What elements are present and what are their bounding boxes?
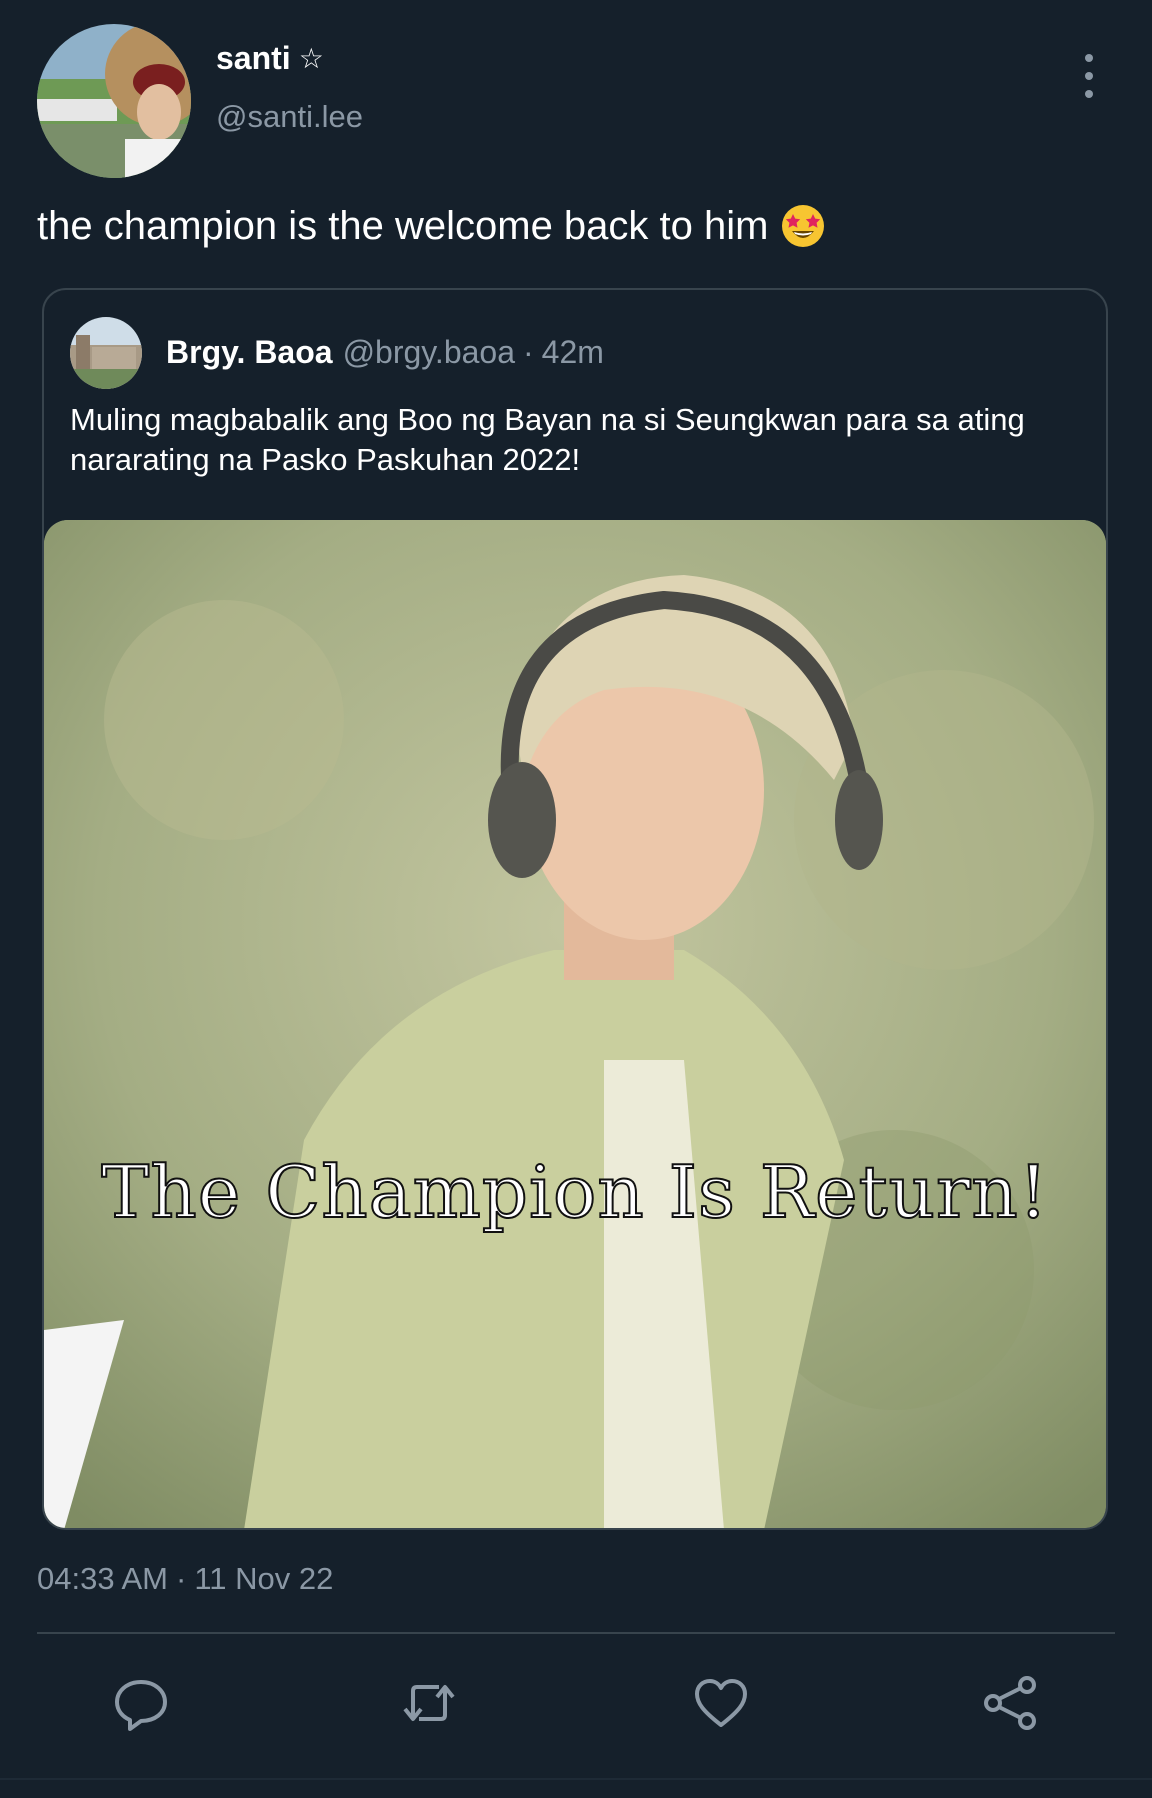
- quoted-text: Muling magbabalik ang Boo ng Bayan na si…: [70, 400, 1080, 480]
- share-icon: [981, 1673, 1041, 1733]
- like-button[interactable]: [688, 1670, 754, 1736]
- star-outline-icon: ☆: [299, 45, 324, 73]
- reply-button[interactable]: [108, 1670, 174, 1736]
- heart-icon: [691, 1673, 751, 1733]
- more-options-icon[interactable]: [1074, 54, 1104, 98]
- retweet-icon: [399, 1673, 459, 1733]
- more-dot: [1085, 90, 1093, 98]
- media-photo: [44, 520, 1106, 1530]
- tweet-text-content: the champion is the welcome back to him: [37, 204, 768, 249]
- quoted-time[interactable]: 42m: [542, 334, 604, 371]
- divider: [37, 1632, 1115, 1634]
- quoted-header: Brgy. Baoa @brgy.baoa · 42m: [166, 334, 604, 371]
- timestamp-date: 11 Nov 22: [194, 1561, 333, 1597]
- bottom-divider: [0, 1778, 1152, 1780]
- quoted-display-name[interactable]: Brgy. Baoa: [166, 334, 333, 371]
- retweet-button[interactable]: [396, 1670, 462, 1736]
- author-display-name[interactable]: santi ☆: [216, 40, 324, 77]
- author-name-text: santi: [216, 40, 291, 77]
- action-bar: [0, 1670, 1152, 1740]
- author-avatar-image: [37, 24, 191, 178]
- media-caption: The Champion Is Return!: [44, 1150, 1106, 1234]
- share-button[interactable]: [978, 1670, 1044, 1736]
- star-struck-emoji-icon: [780, 203, 826, 249]
- quoted-avatar-image: [70, 317, 142, 389]
- author-handle[interactable]: @santi.lee: [216, 99, 363, 135]
- author-avatar[interactable]: [37, 24, 191, 178]
- quoted-separator: ·: [523, 334, 534, 371]
- reply-icon: [111, 1673, 171, 1733]
- timestamp-time: 04:33 AM: [37, 1561, 168, 1597]
- quoted-media-image[interactable]: The Champion Is Return!: [44, 520, 1106, 1530]
- quoted-handle[interactable]: @brgy.baoa: [343, 334, 515, 371]
- timestamp-separator: ·: [176, 1561, 186, 1597]
- tweet-timestamp[interactable]: 04:33 AM · 11 Nov 22: [37, 1561, 333, 1597]
- tweet-text: the champion is the welcome back to him: [37, 203, 826, 249]
- quoted-tweet-card[interactable]: Brgy. Baoa @brgy.baoa · 42m Muling magba…: [42, 288, 1108, 1530]
- more-dot: [1085, 54, 1093, 62]
- more-dot: [1085, 72, 1093, 80]
- quoted-author-avatar[interactable]: [70, 317, 142, 389]
